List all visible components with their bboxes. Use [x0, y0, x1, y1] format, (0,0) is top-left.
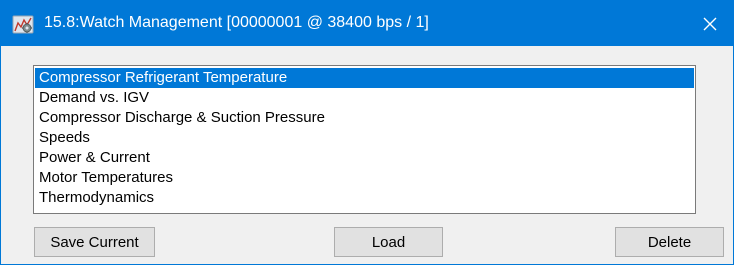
- list-item[interactable]: Thermodynamics: [35, 188, 694, 208]
- delete-button[interactable]: Delete: [615, 227, 724, 257]
- watch-management-window: 15.8:Watch Management [00000001 @ 38400 …: [0, 0, 734, 265]
- list-item[interactable]: Compressor Discharge & Suction Pressure: [35, 108, 694, 128]
- list-item[interactable]: Power & Current: [35, 148, 694, 168]
- app-gear-icon: [12, 13, 34, 35]
- save-current-button[interactable]: Save Current: [34, 227, 155, 257]
- window-title: 15.8:Watch Management [00000001 @ 38400 …: [44, 14, 429, 31]
- title-bar[interactable]: 15.8:Watch Management [00000001 @ 38400 …: [1, 1, 733, 46]
- list-item[interactable]: Speeds: [35, 128, 694, 148]
- load-button[interactable]: Load: [334, 227, 443, 257]
- list-item[interactable]: Demand vs. IGV: [35, 88, 694, 108]
- close-icon: [703, 17, 717, 30]
- watch-list[interactable]: Compressor Refrigerant Temperature Demand…: [33, 65, 696, 214]
- close-button[interactable]: [687, 1, 733, 46]
- list-item[interactable]: Compressor Refrigerant Temperature: [35, 68, 694, 88]
- list-item[interactable]: Motor Temperatures: [35, 168, 694, 188]
